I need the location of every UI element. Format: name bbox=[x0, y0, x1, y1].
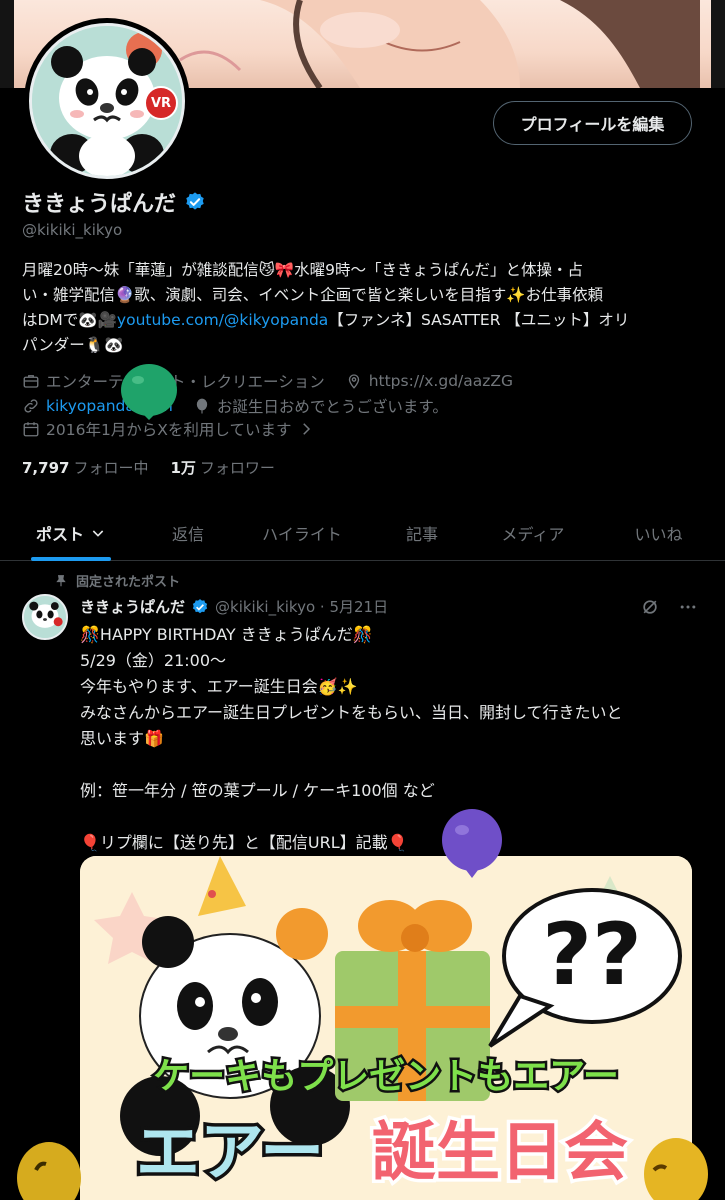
tab-posts[interactable]: ポスト bbox=[0, 505, 142, 561]
tab-label: ハイライト bbox=[262, 525, 342, 544]
pin-icon bbox=[56, 574, 66, 586]
profile-name-row: ききょうぱんだ bbox=[22, 186, 206, 218]
bio-line: い・雑学配信🔮歌、演劇、司会、イベント企画で皆と楽しいを目指す✨お仕事依頼 bbox=[22, 286, 604, 304]
tab-label: メディア bbox=[501, 525, 565, 544]
chevron-down-icon bbox=[92, 530, 104, 537]
bio-line: はDMで🐼🎥youtube.com/@kikyopanda【ファンネ】SASAT… bbox=[22, 308, 702, 333]
tab-highlights[interactable]: ハイライト bbox=[234, 505, 370, 561]
post-line bbox=[80, 804, 700, 830]
tab-label: 返信 bbox=[171, 525, 204, 544]
post-author-avatar[interactable] bbox=[22, 594, 68, 640]
verified-badge-icon[interactable] bbox=[184, 191, 206, 213]
tab-replies[interactable]: 返信 bbox=[142, 505, 234, 561]
calendar-icon bbox=[23, 422, 39, 437]
green-balloon-sticker-icon bbox=[121, 364, 177, 420]
link-icon bbox=[24, 399, 38, 413]
image-title-right: 誕生日会 bbox=[372, 1116, 628, 1190]
briefcase-icon bbox=[23, 375, 39, 388]
post-author-name[interactable]: ききょうぱんだ bbox=[80, 596, 185, 617]
balloon-icon bbox=[196, 398, 208, 414]
bio-text: はDMで🐼🎥 bbox=[22, 311, 117, 329]
vr-badge-label: VR bbox=[150, 95, 172, 111]
tab-label: いいね bbox=[634, 525, 683, 544]
post-line: 🎊HAPPY BIRTHDAY ききょうぱんだ🎊 bbox=[80, 625, 373, 644]
post-header: ききょうぱんだ @kikiki_kikyo · 5月21日 bbox=[80, 596, 388, 617]
bio-text: 【ファンネ】SASATTER 【ユニット】オリ bbox=[328, 311, 630, 329]
display-name: ききょうぱんだ bbox=[22, 192, 177, 217]
tab-media[interactable]: メディア bbox=[474, 505, 592, 561]
panda-avatar-icon bbox=[24, 596, 66, 638]
tab-articles[interactable]: 記事 bbox=[370, 505, 474, 561]
post-line: 今年もやります、エアー誕生日会🥳✨ bbox=[80, 677, 358, 696]
profile-meta-row-1: エンターテイメント・レクリエーション https://x.gd/aazZG bbox=[22, 370, 513, 392]
profile-bio: 月曜20時〜妹「華蓮」が雑談配信😼🎀水曜9時〜「ききょうぱんだ」と体操・占 い・… bbox=[22, 258, 702, 358]
speech-bubble-text: ?? bbox=[542, 905, 642, 1005]
post-line: 🎈リプ欄に【送り先】と【配信URL】記載🎈 bbox=[80, 833, 408, 852]
avatar-image: VR bbox=[29, 23, 185, 179]
pinned-label: 固定されたポスト bbox=[76, 575, 181, 590]
youtube-link[interactable]: youtube.com/@kikyopanda bbox=[117, 311, 328, 329]
tab-label: 記事 bbox=[405, 525, 438, 544]
profile-meta-row-2: kikyopanda.com お誕生日おめでとうございます。 bbox=[22, 395, 448, 417]
post-line: 思います🎁 bbox=[80, 729, 164, 748]
following-label: フォロー中 bbox=[73, 459, 149, 477]
post-actions bbox=[640, 597, 698, 617]
verified-badge-icon bbox=[192, 598, 208, 613]
post-image[interactable]: ?? ケーキもプレゼントもエアー エアー 誕生日会 bbox=[80, 856, 692, 1200]
post-handle-date[interactable]: @kikiki_kikyo · 5月21日 bbox=[215, 596, 388, 617]
location-pin-icon bbox=[348, 374, 359, 389]
more-options-icon[interactable] bbox=[678, 597, 698, 617]
chevron-right-icon bbox=[303, 423, 311, 435]
profile-handle: @kikiki_kikyo bbox=[22, 221, 123, 239]
followers-stat[interactable]: 1万 フォロワー bbox=[170, 457, 274, 478]
yellow-balloon-sticker-icon bbox=[644, 1138, 708, 1200]
follow-counts: 7,797 フォロー中 1万 フォロワー bbox=[22, 457, 275, 478]
pinned-indicator: 固定されたポスト bbox=[54, 571, 180, 590]
grok-icon[interactable] bbox=[640, 597, 660, 617]
edit-profile-button[interactable]: プロフィールを編集 bbox=[493, 101, 692, 145]
post-line bbox=[80, 752, 700, 778]
bio-line: 月曜20時〜妹「華蓮」が雑談配信😼🎀水曜9時〜「ききょうぱんだ」と体操・占 bbox=[22, 261, 584, 279]
following-count: 7,797 bbox=[22, 459, 70, 477]
followers-label: フォロワー bbox=[199, 459, 275, 477]
profile-tabs: ポスト 返信 ハイライト 記事 メディア いいね bbox=[0, 505, 725, 561]
profile-category: エンターテイメント・レクリエーション bbox=[46, 373, 325, 391]
profile-avatar[interactable]: VR bbox=[24, 18, 190, 184]
tab-likes[interactable]: いいね bbox=[592, 505, 725, 561]
following-stat[interactable]: 7,797 フォロー中 bbox=[22, 457, 148, 478]
yellow-balloon-sticker-icon bbox=[17, 1142, 81, 1200]
birthday-illustration: ?? ケーキもプレゼントもエアー エアー 誕生日会 bbox=[80, 856, 692, 1200]
post-line: 例：笹一年分 / 笹の葉プール / ケーキ100個 など bbox=[80, 781, 435, 800]
profile-birthday: お誕生日おめでとうございます。 bbox=[216, 398, 448, 416]
image-subtitle: ケーキもプレゼントもエアー bbox=[153, 1056, 619, 1097]
tab-label: ポスト bbox=[35, 525, 84, 544]
post-line: 5/29（金）21:00〜 bbox=[80, 651, 227, 670]
purple-balloon-sticker-icon bbox=[442, 809, 502, 878]
profile-page: VR プロフィールを編集 ききょうぱんだ @kikiki_kikyo 月曜20時… bbox=[0, 0, 725, 1200]
profile-location: https://x.gd/aazZG bbox=[368, 372, 514, 390]
image-title-left: エアー bbox=[136, 1116, 324, 1190]
bio-line: パンダー🐧🐼 bbox=[22, 336, 124, 354]
vr-badge: VR bbox=[144, 86, 178, 120]
followers-count: 1万 bbox=[170, 459, 196, 477]
post-line: みなさんからエアー誕生日プレゼントをもらい、当日、開封して行きたいと bbox=[80, 703, 623, 722]
active-tab-indicator bbox=[31, 557, 111, 561]
post-text: 🎊HAPPY BIRTHDAY ききょうぱんだ🎊 5/29（金）21:00〜 今… bbox=[80, 622, 700, 856]
